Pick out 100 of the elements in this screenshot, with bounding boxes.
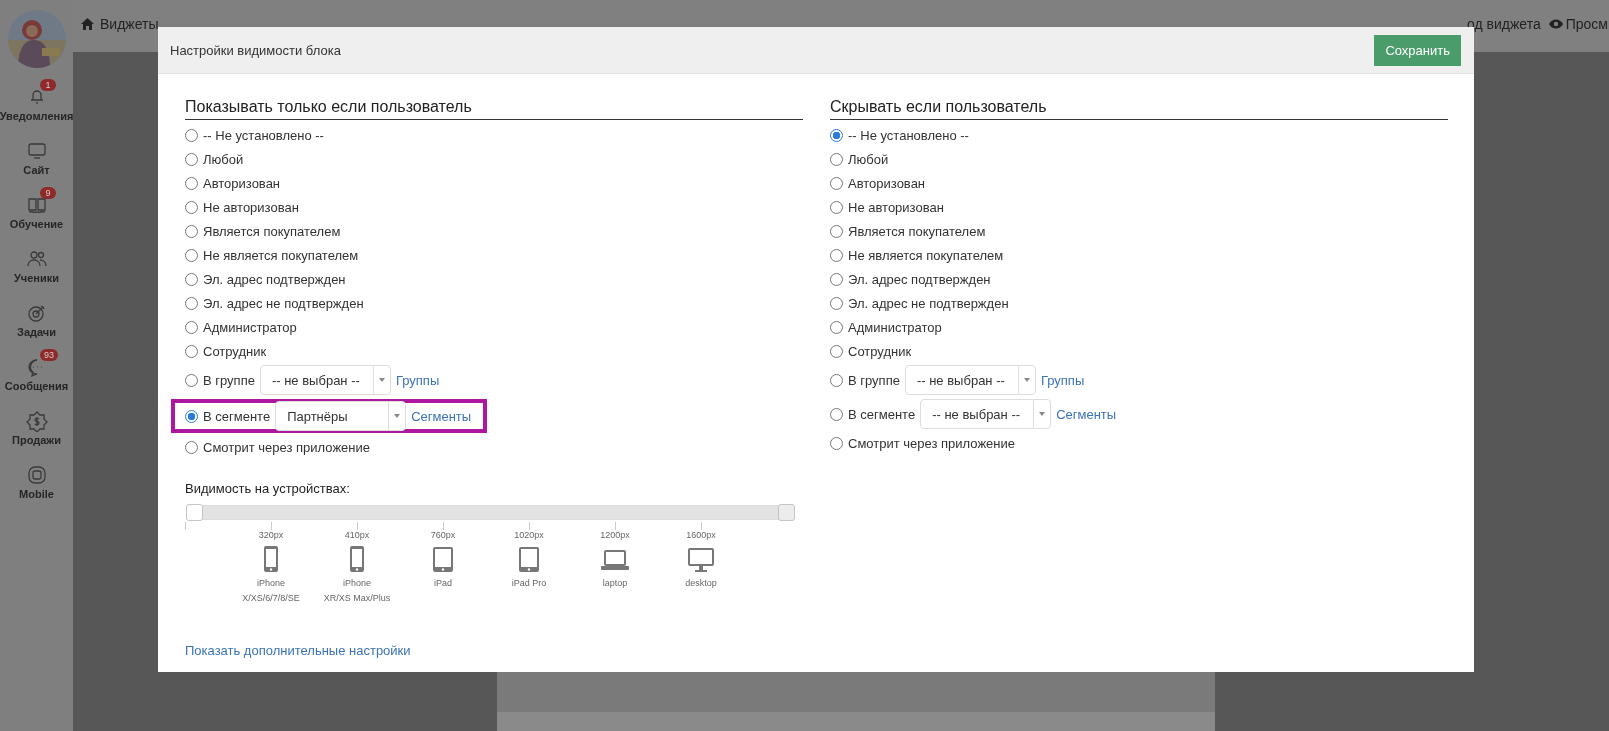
option-label: Не является покупателем xyxy=(203,247,359,263)
radio-button[interactable] xyxy=(185,296,198,310)
radio-button[interactable] xyxy=(830,224,843,238)
home-icon xyxy=(81,18,94,30)
count-badge: 9 xyxy=(40,187,56,199)
count-badge: 93 xyxy=(40,349,58,361)
radio-button[interactable] xyxy=(185,344,198,358)
eye-icon xyxy=(1548,19,1563,29)
option-label: Любой xyxy=(848,151,889,167)
link[interactable]: Сегменты xyxy=(411,408,472,424)
radio-button[interactable] xyxy=(185,176,198,190)
slider-handle[interactable] xyxy=(186,504,203,521)
breakpoint-width: 1020px xyxy=(514,530,544,540)
nav-item[interactable]: Mobile xyxy=(19,488,54,500)
radio-button[interactable] xyxy=(830,128,843,142)
dropdown[interactable]: -- не выбран -- xyxy=(920,399,1052,429)
device-name: desktop xyxy=(685,577,717,590)
device-name: iPhone xyxy=(343,577,371,590)
count-badge: 1 xyxy=(40,79,56,91)
option-label: Сотрудник xyxy=(203,343,267,359)
link[interactable]: Группы xyxy=(1040,372,1085,388)
nav-item[interactable]: Ученики xyxy=(14,272,59,284)
nav-item[interactable]: Обучение xyxy=(9,218,64,230)
caret-icon xyxy=(1023,378,1030,382)
option-label: Не авторизован xyxy=(203,199,299,215)
slider-handle[interactable] xyxy=(778,504,795,521)
option-label: Смотрит через приложение xyxy=(848,435,1015,451)
option-label: В сегменте xyxy=(203,408,271,424)
link[interactable]: Сегменты xyxy=(1056,406,1117,422)
radio-button[interactable] xyxy=(830,436,843,450)
caret-icon xyxy=(1039,412,1046,416)
option-label: Авторизован xyxy=(848,175,926,191)
breadcrumb-link[interactable]: Виджеты xyxy=(100,16,159,32)
nav-item[interactable]: Уведомления xyxy=(0,110,74,122)
option-label: Смотрит через приложение xyxy=(203,439,370,455)
option-label: -- Не установлено -- xyxy=(203,127,324,143)
radio-button[interactable] xyxy=(830,373,843,387)
caret-icon xyxy=(394,414,401,418)
device-name: X/XS/6/7/8/SE xyxy=(242,592,300,605)
range-slider[interactable] xyxy=(186,505,794,520)
option-label: Любой xyxy=(203,151,244,167)
nav-item[interactable]: Сайт xyxy=(23,164,50,176)
option-label: Эл. адрес подтвержден xyxy=(203,271,346,287)
save-button[interactable]: Сохранить xyxy=(1374,34,1461,66)
option-label: Является покупателем xyxy=(203,223,341,239)
radio-button[interactable] xyxy=(830,296,843,310)
option-label: Является покупателем xyxy=(848,223,986,239)
radio-button[interactable] xyxy=(830,152,843,166)
caret-icon xyxy=(378,378,385,382)
link[interactable]: Группы xyxy=(395,372,440,388)
option-label: Не является покупателем xyxy=(848,247,1004,263)
option-label: В группе xyxy=(848,372,900,388)
device-name: XR/XS Max/Plus xyxy=(323,592,391,605)
option-label: Администратор xyxy=(203,319,297,335)
dropdown[interactable]: -- не выбран -- xyxy=(904,365,1036,395)
breakpoint-width: 760px xyxy=(430,530,456,540)
monitor-icon xyxy=(25,140,48,162)
section-label: Видимость на устройствах: xyxy=(185,481,351,496)
radio-button[interactable] xyxy=(185,248,198,262)
breakpoint-width: 320px xyxy=(258,530,284,540)
radio-button[interactable] xyxy=(185,224,198,238)
radio-button[interactable] xyxy=(830,320,843,334)
radio-button[interactable] xyxy=(185,320,198,334)
radio-button[interactable] xyxy=(830,248,843,262)
radio-button[interactable] xyxy=(830,200,843,214)
radio-button[interactable] xyxy=(185,409,198,423)
dropdown[interactable]: Партнёры xyxy=(275,401,407,431)
option-label: В группе xyxy=(203,372,255,388)
option-label: Не авторизован xyxy=(848,199,944,215)
section-heading: Показывать только если пользователь xyxy=(185,98,803,120)
breakpoint-width: 1200px xyxy=(600,530,630,540)
radio-button[interactable] xyxy=(185,272,198,286)
radio-button[interactable] xyxy=(830,407,843,421)
more-settings-link[interactable]: Показать дополнительные настройки xyxy=(185,643,803,658)
breakpoint-width: 1600px xyxy=(686,530,716,540)
radio-button[interactable] xyxy=(185,152,198,166)
device-name: iPad xyxy=(434,577,452,590)
option-label: В сегменте xyxy=(848,406,916,422)
radio-button[interactable] xyxy=(185,200,198,214)
device-name: laptop xyxy=(602,577,628,590)
nav-item[interactable]: Продажи xyxy=(12,434,61,446)
breakpoint-width: 410px xyxy=(344,530,370,540)
radio-button[interactable] xyxy=(830,344,843,358)
toolbar-link[interactable]: Просм xyxy=(1565,16,1608,32)
nav-item[interactable]: Задачи xyxy=(17,326,56,338)
radio-button[interactable] xyxy=(185,128,198,142)
radio-button[interactable] xyxy=(830,272,843,286)
mobile-icon xyxy=(25,464,48,486)
option-label: Эл. адрес не подтвержден xyxy=(848,295,1009,311)
dialog-title: Настройки видимости блока xyxy=(170,42,341,58)
section-heading: Скрывать если пользователь xyxy=(830,98,1448,120)
device-name: iPad Pro xyxy=(511,577,547,590)
radio-button[interactable] xyxy=(185,440,198,454)
device-name: iPhone xyxy=(257,577,285,590)
option-label: -- Не установлено -- xyxy=(848,127,969,143)
radio-button[interactable] xyxy=(830,176,843,190)
option-label: Эл. адрес подтвержден xyxy=(848,271,991,287)
radio-button[interactable] xyxy=(185,373,198,387)
dropdown[interactable]: -- не выбран -- xyxy=(259,365,391,395)
nav-item[interactable]: Сообщения xyxy=(4,380,69,392)
